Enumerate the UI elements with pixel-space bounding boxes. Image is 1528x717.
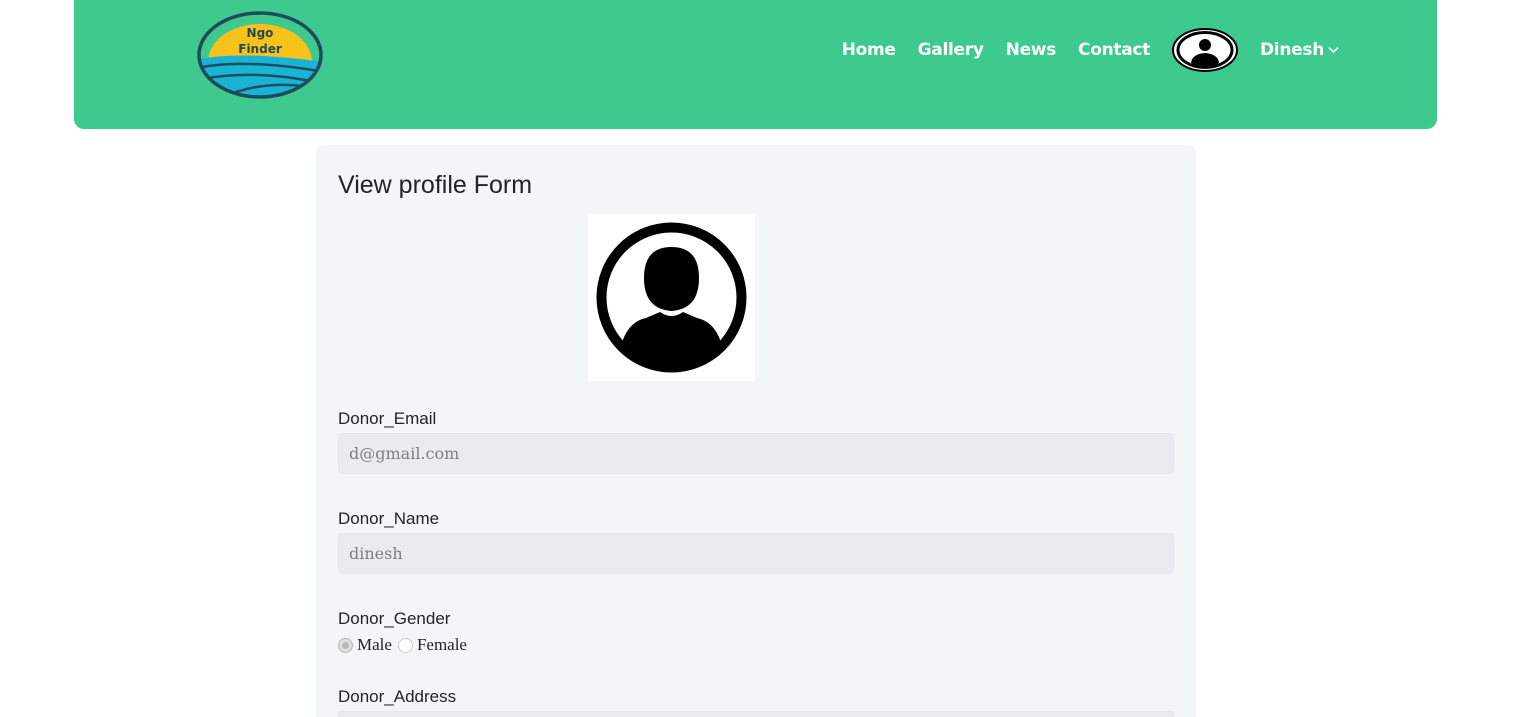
user-menu[interactable]: Dinesh (1260, 40, 1339, 60)
donor-name-input[interactable] (338, 533, 1174, 574)
gender-radio-group: Male Female (338, 635, 473, 655)
donor-address-label: Donor_Address (338, 687, 457, 706)
navbar: Ngo Finder Home Gallery News Contact Din… (74, 0, 1437, 129)
nav-link-gallery[interactable]: Gallery (918, 40, 984, 60)
donor-gender-label: Donor_Gender (338, 609, 451, 628)
gender-female-label: Female (416, 635, 467, 654)
form-title: View profile Form (338, 171, 533, 199)
donor-name-label: Donor_Name (338, 509, 440, 528)
gender-female-radio[interactable] (397, 637, 413, 653)
donor-address-input[interactable] (338, 711, 1174, 717)
chevron-down-icon (1328, 46, 1339, 54)
user-name: Dinesh (1260, 40, 1324, 60)
donor-email-input[interactable] (338, 433, 1174, 474)
view-profile-form: View profile Form Donor_Email Donor_Name… (316, 145, 1196, 717)
main-nav: Home Gallery News Contact Dinesh (820, 28, 1339, 72)
ngo-finder-logo[interactable]: Ngo Finder (196, 10, 324, 100)
logo-text-ngo: Ngo (247, 26, 274, 40)
user-circle-icon (588, 214, 755, 381)
page: Ngo Finder Home Gallery News Contact Din… (0, 0, 1528, 717)
user-avatar-icon[interactable] (1172, 28, 1238, 72)
logo-text-finder: Finder (238, 42, 282, 56)
nav-link-home[interactable]: Home (842, 40, 896, 60)
donor-email-label: Donor_Email (338, 409, 437, 428)
nav-link-contact[interactable]: Contact (1078, 40, 1150, 60)
gender-male-radio[interactable] (338, 637, 353, 653)
gender-male-label: Male (357, 635, 392, 654)
nav-link-news[interactable]: News (1006, 40, 1057, 60)
